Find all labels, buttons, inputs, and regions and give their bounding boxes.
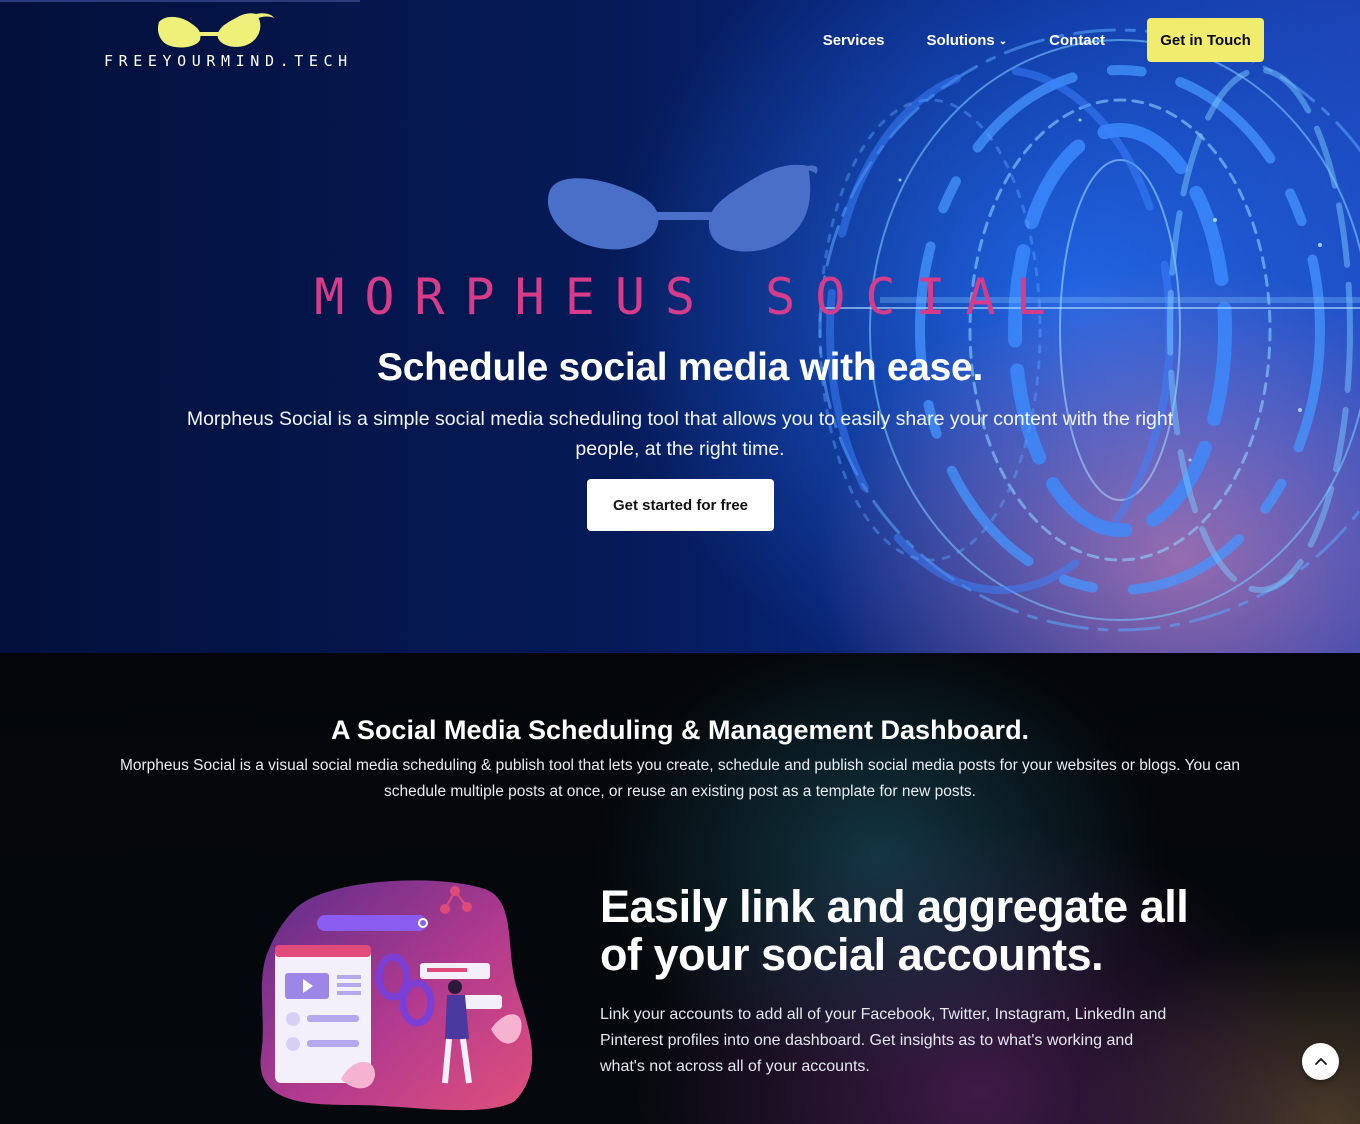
get-started-button[interactable]: Get started for free	[587, 479, 774, 531]
nav-label: Contact	[1049, 31, 1105, 49]
chevron-up-icon	[1314, 1057, 1327, 1065]
nav-label: Services	[822, 31, 885, 49]
feature-title: Easily link and aggregate all of your so…	[600, 881, 1189, 980]
nav-item-contact[interactable]: Contact	[1049, 32, 1105, 49]
get-in-touch-button[interactable]: Get in Touch	[1147, 18, 1264, 62]
hero-background-graphic	[818, 28, 1360, 632]
feature-description: Link your accounts to add all of your Fa…	[600, 1006, 1167, 1075]
chevron-down-icon: ⌄	[998, 35, 1008, 47]
glasses-logo-icon	[157, 13, 274, 48]
scroll-to-top-button[interactable]	[1302, 1043, 1339, 1080]
brand-logo[interactable]: FREEYOURMIND.TECH	[104, 10, 353, 72]
section-description: Morpheus Social is a visual social media…	[119, 757, 1241, 800]
nav-item-services[interactable]: Services	[823, 32, 885, 49]
main-nav: Services Solutions ⌄ Contact Get in Touch	[823, 18, 1264, 62]
hero-description: Morpheus Social is a simple social media…	[186, 408, 1174, 460]
section-title: A Social Media Scheduling & Management D…	[330, 715, 1030, 745]
hero-section: FREEYOURMIND.TECH Services Solutions ⌄ Co…	[0, 0, 1360, 653]
glasses-logo-icon	[547, 164, 818, 252]
brand-wordmark: FREEYOURMIND.TECH	[104, 52, 353, 70]
dashboard-section: A Social Media Scheduling & Management D…	[0, 653, 1360, 1124]
link-accounts-illustration	[260, 880, 533, 1111]
nav-label: Solutions	[926, 31, 995, 49]
product-name: MORPHEUS SOCIAL	[314, 268, 1066, 326]
nav-item-solutions[interactable]: Solutions ⌄	[926, 32, 1007, 49]
hero-title: Schedule social media with ease.	[377, 346, 983, 389]
